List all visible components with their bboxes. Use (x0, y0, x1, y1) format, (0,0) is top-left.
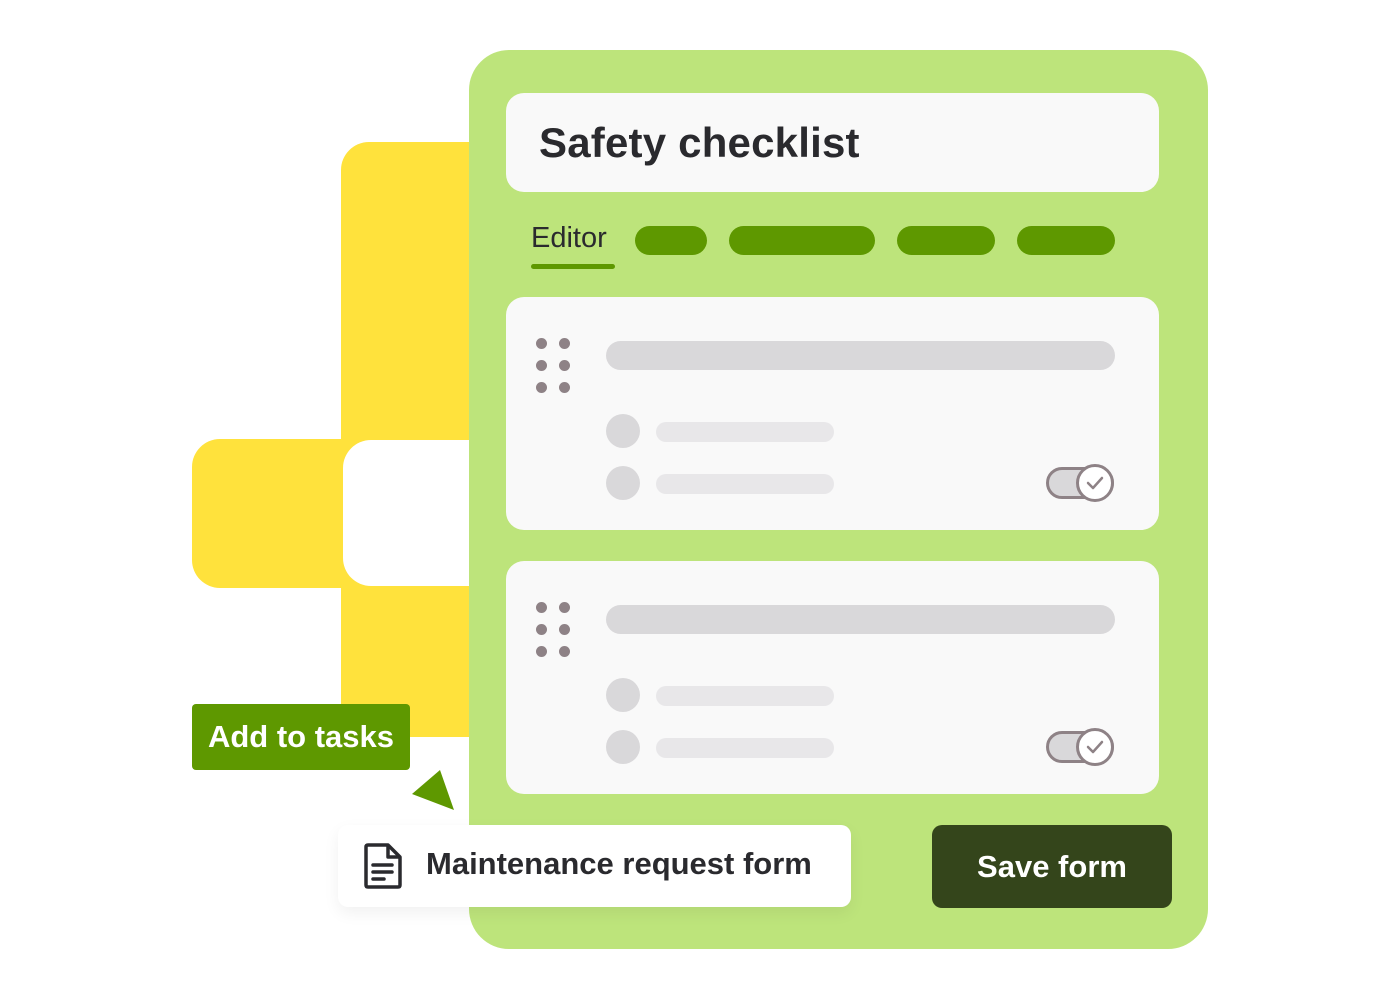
tab-editor[interactable]: Editor (531, 222, 607, 255)
tab-placeholder-4[interactable] (1017, 226, 1115, 255)
tab-placeholder-1[interactable] (635, 226, 707, 255)
drag-handle-icon[interactable] (536, 602, 570, 658)
option-radio[interactable] (606, 466, 640, 500)
tab-placeholder-3[interactable] (897, 226, 995, 255)
option-radio[interactable] (606, 678, 640, 712)
required-toggle[interactable] (1046, 728, 1114, 766)
option-radio[interactable] (606, 414, 640, 448)
option-label-placeholder (656, 686, 834, 706)
tab-active-indicator (531, 264, 615, 269)
check-icon (1076, 728, 1114, 766)
cursor-pointer-icon (410, 768, 456, 817)
save-form-button[interactable]: Save form (932, 825, 1172, 908)
form-reference-label: Maintenance request form (426, 846, 812, 881)
option-label-placeholder (656, 738, 834, 758)
option-label-placeholder (656, 474, 834, 494)
check-icon (1076, 464, 1114, 502)
form-title: Safety checklist (539, 119, 860, 166)
question-text-placeholder (606, 605, 1115, 634)
add-to-tasks-button[interactable]: Add to tasks (192, 704, 410, 770)
question-text-placeholder (606, 341, 1115, 370)
tab-placeholder-2[interactable] (729, 226, 875, 255)
drag-handle-icon[interactable] (536, 338, 570, 394)
decorative-yellow-shape-arm (192, 439, 362, 588)
decorative-yellow-shape-cutout (343, 440, 473, 586)
document-icon (362, 843, 404, 894)
required-toggle[interactable] (1046, 464, 1114, 502)
option-label-placeholder (656, 422, 834, 442)
option-radio[interactable] (606, 730, 640, 764)
